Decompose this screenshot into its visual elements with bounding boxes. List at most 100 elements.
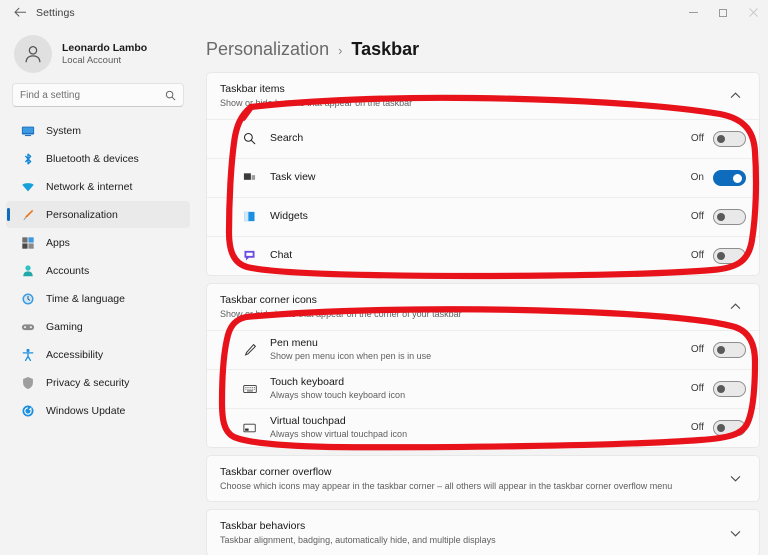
section-taskbar-behaviors: Taskbar behaviors Taskbar alignment, bad… <box>206 509 760 555</box>
row-state-label: Off <box>690 211 704 223</box>
app-title: Settings <box>36 6 75 19</box>
sidebar-item-label: System <box>46 124 82 137</box>
account-name: Leonardo Lambo <box>62 41 148 54</box>
section-title: Taskbar corner overflow <box>220 465 332 478</box>
row-title: Chat <box>270 249 293 262</box>
row-title: Search <box>270 132 304 145</box>
row-title: Pen menu <box>270 336 318 349</box>
gamepad-icon <box>20 319 35 334</box>
back-arrow-icon <box>13 7 26 17</box>
sidebar-item-gaming[interactable]: Gaming <box>6 313 190 340</box>
accounts-icon <box>20 263 35 278</box>
row-title: Widgets <box>270 210 308 223</box>
toggle-touch-keyboard[interactable] <box>713 380 746 397</box>
main-content: Personalization › Taskbar Taskbar items … <box>196 25 768 555</box>
minimize-button[interactable] <box>678 0 708 25</box>
toggle-virtual-touchpad[interactable] <box>713 419 746 436</box>
chat-icon <box>241 249 258 262</box>
person-icon <box>25 46 41 63</box>
section-title: Taskbar corner icons <box>220 293 317 306</box>
section-subtitle: Show or hide icons that appear on the co… <box>220 308 462 319</box>
widgets-icon <box>241 210 258 223</box>
section-header[interactable]: Taskbar behaviors Taskbar alignment, bad… <box>207 510 759 555</box>
search-box[interactable] <box>12 83 184 107</box>
chevron-up-icon[interactable] <box>724 92 746 99</box>
pen-icon <box>241 343 258 357</box>
maximize-button[interactable] <box>708 0 738 25</box>
apps-icon <box>20 235 35 250</box>
bluetooth-icon <box>20 151 35 166</box>
chevron-down-icon[interactable] <box>724 475 746 482</box>
chevron-up-icon[interactable] <box>724 303 746 310</box>
account-block[interactable]: Leonardo Lambo Local Account <box>0 29 196 83</box>
sidebar-item-privacy-security[interactable]: Privacy & security <box>6 369 190 396</box>
window-controls <box>678 0 768 25</box>
section-subtitle: Choose which icons may appear in the tas… <box>220 480 673 491</box>
display-icon <box>20 123 35 138</box>
sidebar-item-bluetooth-devices[interactable]: Bluetooth & devices <box>6 145 190 172</box>
row-pen-menu: Pen menu Show pen menu icon when pen is … <box>207 329 759 369</box>
sidebar-item-system[interactable]: System <box>6 117 190 144</box>
windows-update-icon <box>20 403 35 418</box>
section-title: Taskbar behaviors <box>220 520 306 533</box>
row-chat: Chat Off <box>207 235 759 275</box>
sidebar-item-accessibility[interactable]: Accessibility <box>6 341 190 368</box>
row-subtitle: Show pen menu icon when pen is in use <box>270 350 432 361</box>
keyboard-icon <box>241 382 258 396</box>
section-header[interactable]: Taskbar corner overflow Choose which ico… <box>207 456 759 502</box>
row-state-label: Off <box>690 133 704 145</box>
row-subtitle: Always show virtual touchpad icon <box>270 428 408 439</box>
sidebar-item-label: Windows Update <box>46 404 126 417</box>
row-state-label: Off <box>690 383 704 395</box>
sidebar-item-personalization[interactable]: Personalization <box>6 201 190 228</box>
sidebar-item-windows-update[interactable]: Windows Update <box>6 397 190 424</box>
avatar <box>14 35 52 73</box>
close-button[interactable] <box>738 0 768 25</box>
toggle-task-view[interactable] <box>713 169 746 186</box>
sidebar-item-network-internet[interactable]: Network & internet <box>6 173 190 200</box>
sidebar-item-label: Gaming <box>46 320 83 333</box>
row-title: Task view <box>270 171 316 184</box>
breadcrumb-separator: › <box>338 43 343 58</box>
search-icon <box>165 90 176 101</box>
row-widgets: Widgets Off <box>207 196 759 236</box>
chevron-down-icon[interactable] <box>724 530 746 537</box>
toggle-pen-menu[interactable] <box>713 341 746 358</box>
toggle-search[interactable] <box>713 130 746 147</box>
section-taskbar-items: Taskbar items Show or hide buttons that … <box>206 72 760 276</box>
section-header[interactable]: Taskbar corner icons Show or hide icons … <box>207 284 759 330</box>
breadcrumb-parent[interactable]: Personalization <box>206 39 329 60</box>
sidebar-item-label: Accessibility <box>46 348 104 361</box>
wifi-icon <box>20 179 35 194</box>
sidebar-item-label: Accounts <box>46 264 90 277</box>
row-search: Search Off <box>207 118 759 158</box>
sidebar-item-accounts[interactable]: Accounts <box>6 257 190 284</box>
sidebar-item-label: Time & language <box>46 292 125 305</box>
search-icon <box>241 132 258 145</box>
settings-window: Settings Leonardo Lambo Local Account Fi… <box>0 0 768 555</box>
sidebar-nav: System Bluetooth & devices Network & int… <box>0 115 196 424</box>
account-subtitle: Local Account <box>62 54 122 66</box>
back-button[interactable] <box>6 3 34 23</box>
sidebar-item-label: Network & internet <box>46 180 133 193</box>
sidebar-item-apps[interactable]: Apps <box>6 229 190 256</box>
touchpad-icon <box>241 421 258 435</box>
section-taskbar-corner-overflow: Taskbar corner overflow Choose which ico… <box>206 454 760 503</box>
section-subtitle: Show or hide buttons that appear on the … <box>220 98 413 109</box>
section-header[interactable]: Taskbar items Show or hide buttons that … <box>207 73 759 119</box>
sidebar-item-time-language[interactable]: Time & language <box>6 285 190 312</box>
sidebar-item-label: Personalization <box>46 208 118 221</box>
row-title: Touch keyboard <box>270 375 345 388</box>
toggle-chat[interactable] <box>713 247 746 264</box>
paintbrush-icon <box>20 207 35 222</box>
sidebar-item-label: Apps <box>46 236 70 249</box>
section-title: Taskbar items <box>220 83 285 95</box>
section-subtitle: Taskbar alignment, badging, automaticall… <box>220 535 496 546</box>
task-view-icon <box>241 171 258 184</box>
search-input[interactable] <box>20 89 165 101</box>
page-title: Taskbar <box>351 39 420 59</box>
row-subtitle: Always show touch keyboard icon <box>270 389 406 400</box>
close-icon <box>748 8 758 17</box>
toggle-widgets[interactable] <box>713 208 746 225</box>
shield-icon <box>20 375 35 390</box>
